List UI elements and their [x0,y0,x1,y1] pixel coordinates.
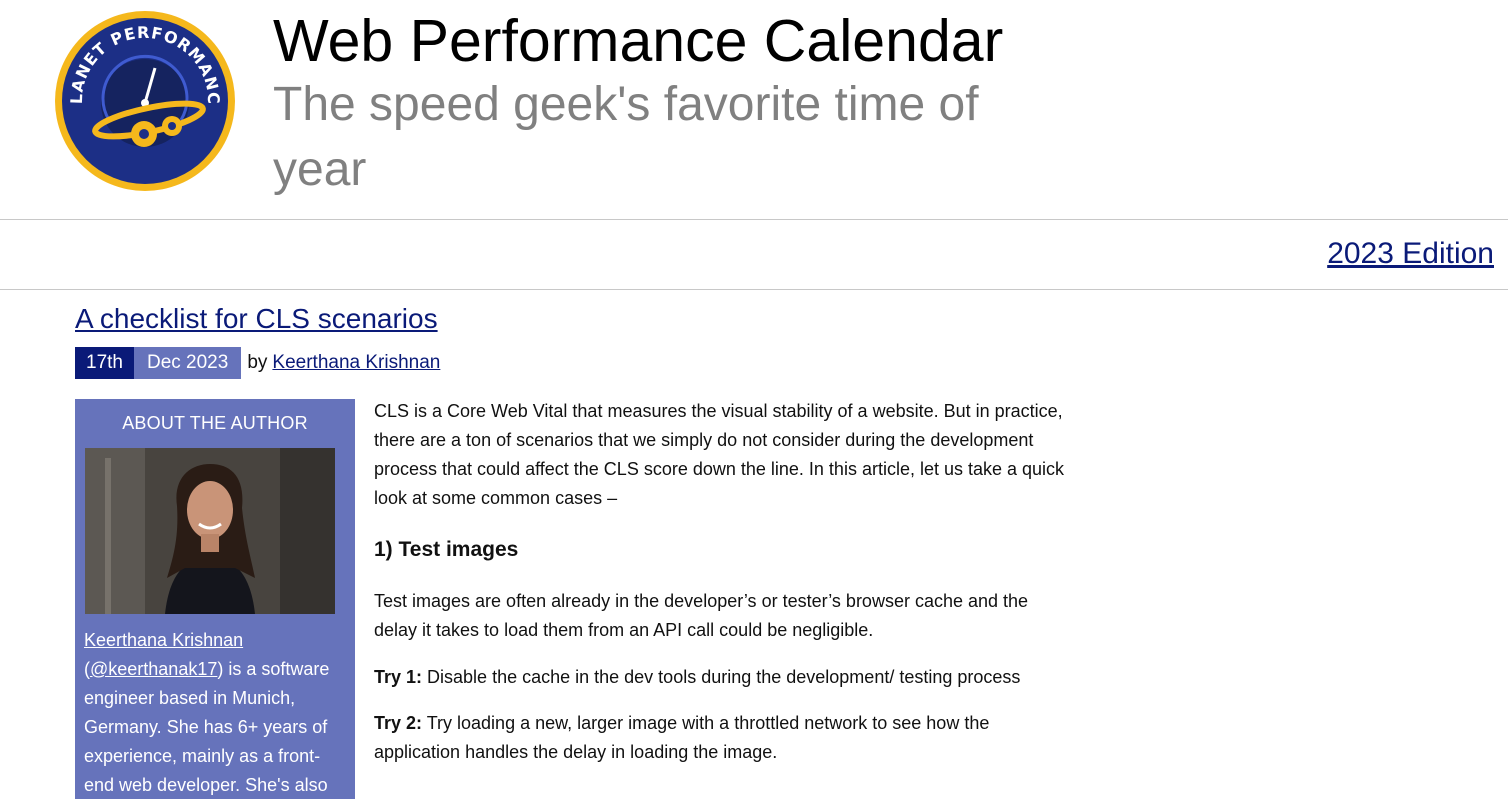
site-header: PLANET PERFORMANCE Web Performance Calen… [0,0,1508,219]
try-2-label: Try 2: [374,713,423,733]
nav-divider [0,289,1508,290]
author-portrait-icon [85,448,335,614]
post-title-link[interactable]: A checklist for CLS scenarios [75,303,438,334]
author-link[interactable]: Keerthana Krishnan [272,352,440,374]
section-heading-test-images: 1) Test images [374,538,519,561]
bio-author-link[interactable]: Keerthana Krishnan [84,630,243,650]
site-tagline: The speed geek's favorite time of year [273,78,979,196]
post-title: A checklist for CLS scenarios [75,302,438,336]
bio-twitter-link[interactable]: @keerthanak17 [90,659,217,679]
try-1-paragraph: Try 1: Disable the cache in the dev tool… [374,663,1074,692]
date-day-badge: 17th [75,347,134,379]
about-author-heading: ABOUT THE AUTHOR [122,413,308,433]
by-label: by [247,352,268,373]
try-1-text: Disable the cache in the dev tools durin… [422,667,1021,687]
planet-performance-logo-icon: PLANET PERFORMANCE [48,0,235,191]
date-month-badge: Dec 2023 [133,347,242,379]
article-intro: CLS is a Core Web Vital that measures th… [374,401,1065,508]
author-bio: Keerthana Krishnan (@keerthanak17) is a s… [84,626,346,799]
header-divider [0,219,1508,220]
about-author-box: ABOUT THE AUTHOR Keerthana Krishnan (@kee… [75,399,355,799]
section-paragraph: Test images are often already in the dev… [374,591,1029,640]
author-photo [85,448,335,614]
site-logo[interactable]: PLANET PERFORMANCE [48,0,236,192]
post-meta: 17th Dec 2023 by Keerthana Krishnan [75,347,440,379]
try-2-paragraph: Try 2: Try loading a new, larger image w… [374,709,1074,767]
edition-link[interactable]: 2023 Edition [1327,236,1494,272]
try-1-label: Try 1: [374,667,423,687]
bio-text: ) is a software engineer based in Munich… [84,659,330,795]
site-title: Web Performance Calendar [273,8,1004,74]
try-2-text: Try loading a new, larger image with a t… [374,713,990,762]
